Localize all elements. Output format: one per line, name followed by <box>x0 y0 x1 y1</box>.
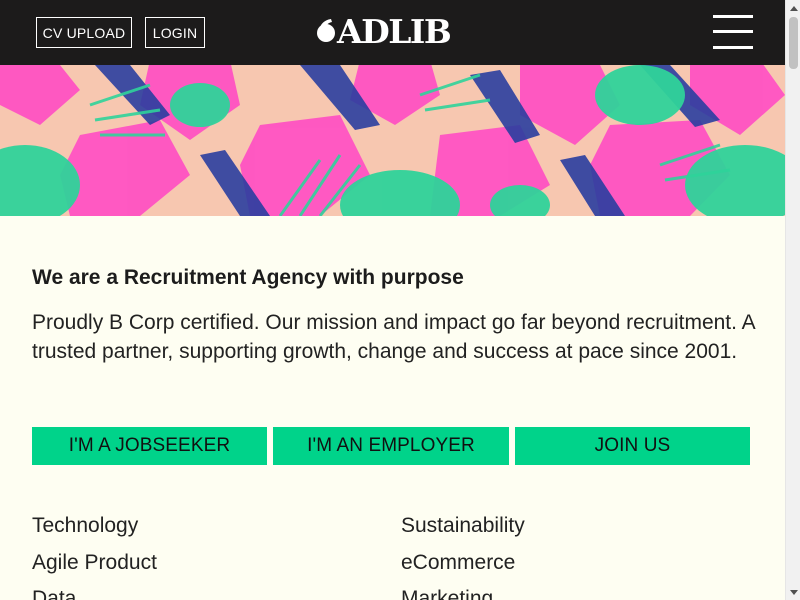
sector-link-technology[interactable]: Technology <box>32 512 138 540</box>
hamburger-menu-icon[interactable] <box>713 15 753 49</box>
intro-paragraph: Proudly B Corp certified. Our mission an… <box>32 311 755 363</box>
employer-button[interactable]: I'M AN EMPLOYER <box>273 427 509 465</box>
tropical-leaves-pattern <box>0 65 785 216</box>
sector-link-ecommerce[interactable]: eCommerce <box>401 549 515 577</box>
sector-link-agile-product[interactable]: Agile Product <box>32 549 157 577</box>
site-logo[interactable]: ADLIB <box>316 12 452 51</box>
sector-link-marketing[interactable]: Marketing <box>401 585 493 600</box>
scroll-up-arrow-icon[interactable] <box>786 0 800 15</box>
hero-banner-image <box>0 65 785 216</box>
login-button[interactable]: LOGIN <box>145 17 205 48</box>
cv-upload-button[interactable]: CV UPLOAD <box>36 17 132 48</box>
scroll-down-arrow-icon[interactable] <box>786 585 800 600</box>
jobseeker-button[interactable]: I'M A JOBSEEKER <box>32 427 267 465</box>
page-headline: We are a Recruitment Agency with purpose <box>32 266 464 289</box>
logo-apostrophe-icon <box>317 19 335 42</box>
join-us-button[interactable]: JOIN US <box>515 427 750 465</box>
logo-text: ADLIB <box>337 12 452 51</box>
sector-link-sustainability[interactable]: Sustainability <box>401 512 525 540</box>
site-header: CV UPLOAD LOGIN ADLIB <box>0 0 785 65</box>
vertical-scrollbar[interactable] <box>785 0 800 600</box>
sector-link-data[interactable]: Data <box>32 585 76 600</box>
scrollbar-thumb[interactable] <box>789 17 798 69</box>
